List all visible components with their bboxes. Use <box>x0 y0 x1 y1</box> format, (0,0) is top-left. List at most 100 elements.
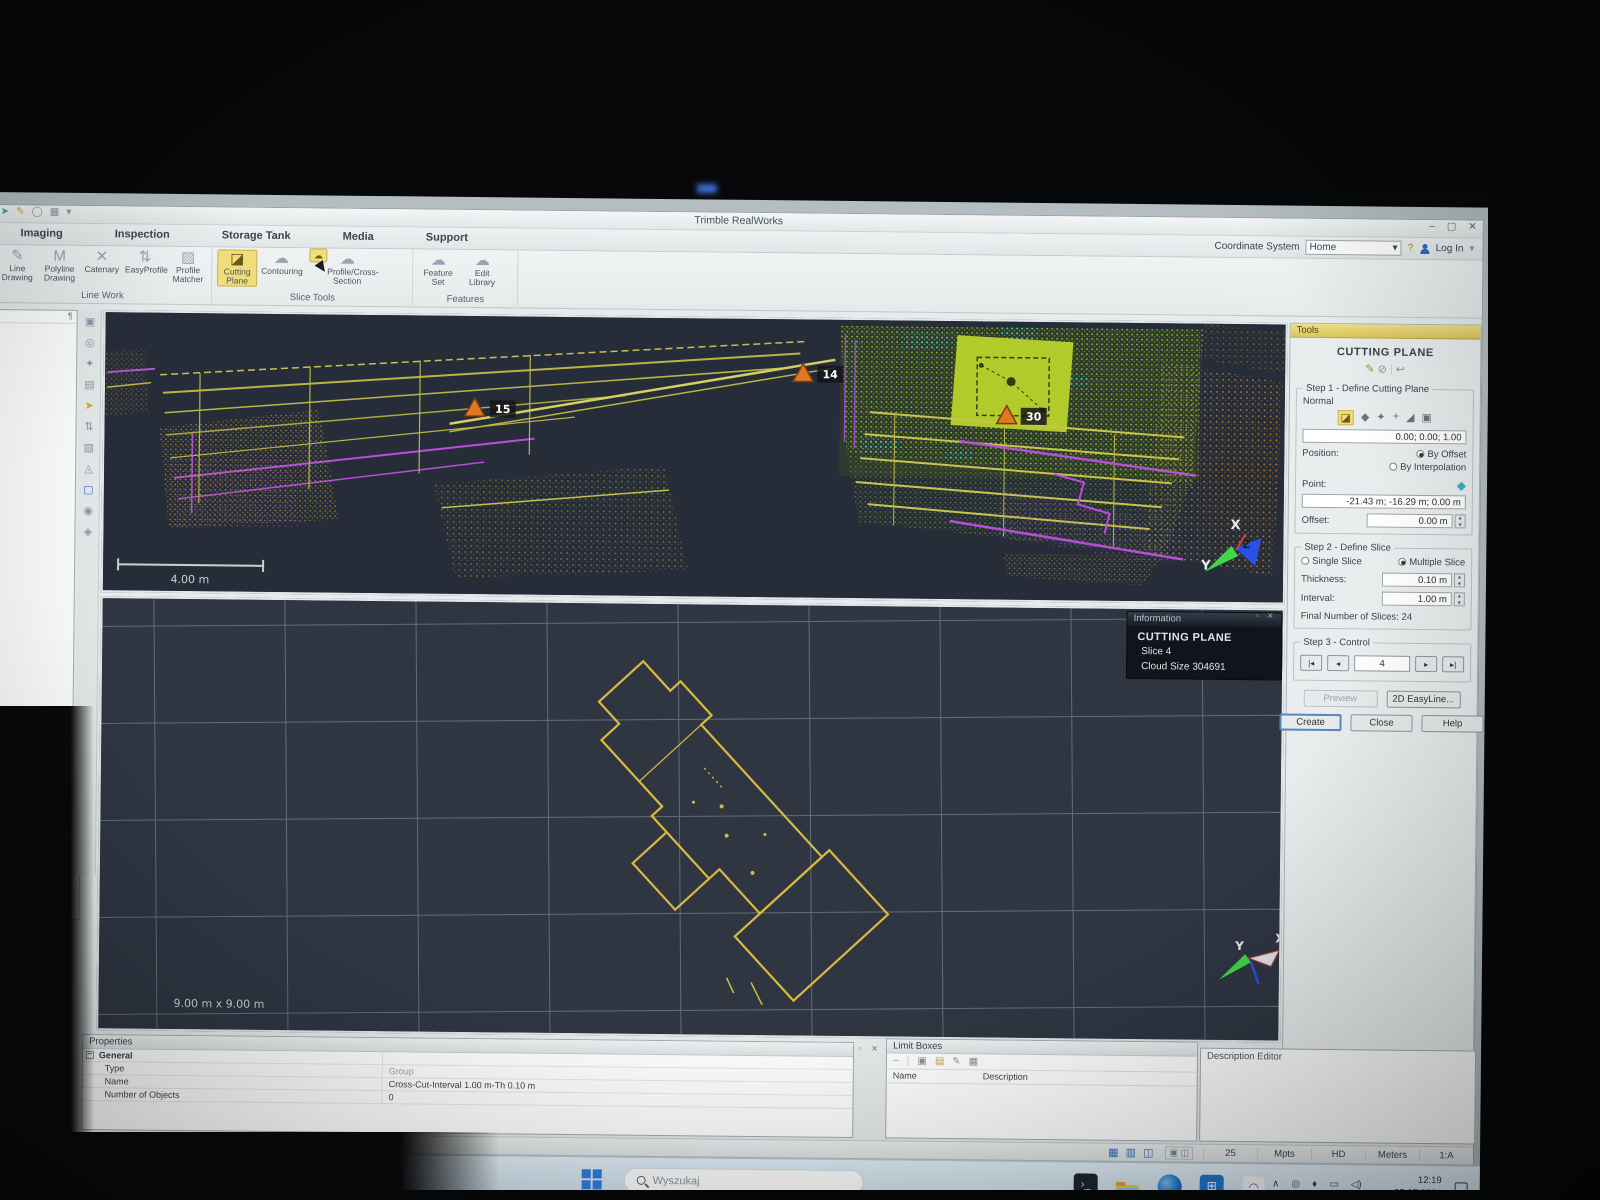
info-cloud-size: Cloud Size 304691 <box>1127 659 1281 680</box>
information-overlay: Information CUTTING PLANE Slice 4 Cloud … <box>1126 611 1283 681</box>
multiple-slice-radio[interactable] <box>1398 558 1406 566</box>
single-slice-radio[interactable] <box>1301 557 1309 565</box>
contouring-button[interactable]: ☁ Contouring <box>261 250 301 276</box>
status-display-mode[interactable]: HD <box>1311 1149 1355 1160</box>
status-units[interactable]: Meters <box>1365 1149 1409 1160</box>
line-drawing-button[interactable]: ✎ Line Drawing <box>0 247 37 282</box>
point-cloud-3d-view[interactable]: 15 14 30 4.00 m <box>101 310 1288 604</box>
button-label: Cutting Plane <box>218 267 256 285</box>
group-label-line-work: Line Work <box>0 289 211 302</box>
easyprofile-button[interactable]: ⇅ EasyProfile <box>125 248 165 274</box>
viewport-tool-icon[interactable]: ▢ <box>83 484 94 496</box>
viewport-tool-icon[interactable]: ▧ <box>84 442 95 454</box>
slice-render: 9.00 m x 9.00 m Y X <box>98 598 1282 1040</box>
tab-storage-tank[interactable]: Storage Tank <box>222 229 291 242</box>
property-label: Number of Objects <box>82 1088 382 1103</box>
catenary-button[interactable]: ✕ Catenary <box>83 248 122 274</box>
by-offset-radio[interactable] <box>1416 450 1424 458</box>
profile-cross-section-button[interactable]: ☁ Profile/Cross-Section <box>327 250 367 285</box>
normal-tool-icon[interactable]: ◪ <box>1337 410 1354 425</box>
preview-button[interactable]: Preview <box>1303 690 1377 708</box>
thickness-field[interactable]: 0.10 m <box>1382 573 1452 588</box>
viewport-tool-icon[interactable]: ✦ <box>85 358 94 370</box>
lock-icon[interactable]: ▣ <box>917 1056 927 1067</box>
profile-matcher-button[interactable]: ▨ Profile Matcher <box>169 249 208 284</box>
point-value-field[interactable]: -21.43 m; -16.29 m; 0.00 m <box>1302 494 1466 510</box>
tab-support[interactable]: Support <box>426 232 468 244</box>
help-icon[interactable]: ? <box>1407 243 1413 254</box>
login-button[interactable]: Log In <box>1436 243 1464 254</box>
offset-field[interactable]: 0.00 m <box>1367 513 1453 528</box>
normal-value-field[interactable]: 0.00; 0.00; 1.00 <box>1302 429 1466 445</box>
security-icon[interactable]: ♦ <box>1312 1179 1317 1190</box>
offset-spinner[interactable]: ▲▼ <box>1455 514 1466 528</box>
viewport-tool-icon[interactable]: ◬ <box>84 463 93 475</box>
panel-controls[interactable]: ▫ ✕ <box>858 1044 882 1053</box>
slice-2d-view[interactable]: ▫ ✕ Information CUTTING PLANE Slice 4 Cl… <box>96 596 1284 1042</box>
system-tray: ∧ ◎ ♦ ▭ ◁) <box>1272 1178 1362 1190</box>
interval-spinner[interactable]: ▲▼ <box>1454 592 1465 606</box>
login-dropdown-icon[interactable]: ▾ <box>1469 243 1474 254</box>
tree-pin-icon[interactable]: ¶ <box>68 311 73 321</box>
by-interpolation-radio[interactable] <box>1389 463 1397 471</box>
tray-chevron-icon[interactable]: ∧ <box>1272 1178 1279 1189</box>
normal-tool-icon[interactable]: + <box>1393 411 1400 426</box>
pick-point-icon[interactable]: ◆ <box>1457 478 1466 492</box>
maximize-button[interactable]: ▢ <box>1447 221 1457 232</box>
display-icon[interactable]: ▭ <box>1329 1179 1339 1190</box>
button-label: Feature Set <box>418 268 458 286</box>
tools-tab[interactable]: Tools <box>1291 324 1481 340</box>
create-button[interactable]: Create <box>1279 713 1341 731</box>
next-slice-button[interactable]: ▸ <box>1415 656 1437 672</box>
start-button[interactable] <box>582 1169 602 1189</box>
edit-plane-icon[interactable]: ✎ <box>1365 363 1374 375</box>
first-slice-button[interactable]: |◂ <box>1300 655 1322 671</box>
tab-inspection[interactable]: Inspection <box>115 228 170 241</box>
help-button[interactable]: Help <box>1421 715 1483 733</box>
normal-tool-icon[interactable]: ◆ <box>1361 410 1370 425</box>
feature-set-button[interactable]: ☁ Feature Set <box>418 251 458 286</box>
edit-box-icon[interactable]: ✎ <box>952 1056 961 1067</box>
normal-tool-icon[interactable]: ◢ <box>1406 411 1415 426</box>
tab-imaging[interactable]: Imaging <box>21 227 63 239</box>
viewport-tool-icon[interactable]: ◈ <box>84 526 93 538</box>
normal-tool-icon[interactable]: ▣ <box>1421 411 1432 426</box>
interval-field[interactable]: 1.00 m <box>1382 592 1452 607</box>
viewport-tool-icon[interactable]: ◎ <box>85 337 95 349</box>
normal-label: Normal <box>1303 396 1467 409</box>
close-button[interactable]: ✕ <box>1468 221 1477 232</box>
network-icon[interactable]: ◎ <box>1291 1179 1300 1190</box>
easyline-button[interactable]: 2D EasyLine... <box>1386 691 1460 709</box>
disable-icon[interactable]: ⊘ <box>1378 363 1387 375</box>
status-buttons[interactable]: ▣ ◫ <box>1165 1146 1193 1159</box>
folder-add-icon[interactable]: ▤ <box>935 1056 945 1067</box>
viewport-tool-icon[interactable]: ⇅ <box>84 421 93 433</box>
column-name[interactable]: Name <box>887 1069 977 1083</box>
volume-icon[interactable]: ◁) <box>1351 1179 1362 1190</box>
minimize-button[interactable]: – <box>1429 221 1435 232</box>
viewport-tool-icon[interactable]: ◉ <box>83 505 93 517</box>
close-panel-button[interactable]: Close <box>1350 714 1412 732</box>
cutting-plane-button[interactable]: ◪ Cutting Plane <box>217 249 257 286</box>
coordinate-system-select[interactable]: Home ▾ <box>1305 240 1401 256</box>
normal-tool-icon[interactable]: ✦ <box>1376 410 1385 425</box>
view-corner-icons[interactable]: ▫ ✕ <box>1256 611 1277 620</box>
reset-icon[interactable]: ↩ <box>1396 364 1405 376</box>
viewport-tool-icon[interactable]: ▤ <box>84 379 95 391</box>
viewport-tool-icon[interactable]: ▣ <box>85 316 96 328</box>
thickness-spinner[interactable]: ▲▼ <box>1454 573 1465 587</box>
info-cutting-plane: CUTTING PLANE <box>1127 626 1281 646</box>
current-slice-field[interactable]: 4 <box>1354 655 1410 672</box>
box-icon[interactable]: ▦ <box>969 1056 979 1067</box>
viewport-tool-icon[interactable]: ➤ <box>85 400 94 412</box>
previous-slice-button[interactable]: ◂ <box>1327 655 1349 671</box>
tab-media[interactable]: Media <box>343 231 374 243</box>
remove-icon[interactable]: − <box>893 1055 899 1066</box>
last-slice-button[interactable]: ▸| <box>1442 656 1464 672</box>
polyline-drawing-button[interactable]: M Polyline Drawing <box>40 247 79 282</box>
edit-library-button[interactable]: ☁ Edit Library <box>462 252 502 287</box>
column-description[interactable]: Description <box>977 1070 1034 1084</box>
button-label: Contouring <box>261 267 301 276</box>
description-editor-panel[interactable]: Description Editor <box>1199 1048 1476 1145</box>
layout-window-icons[interactable]: ▦ ▥ ◫ <box>1108 1146 1155 1159</box>
